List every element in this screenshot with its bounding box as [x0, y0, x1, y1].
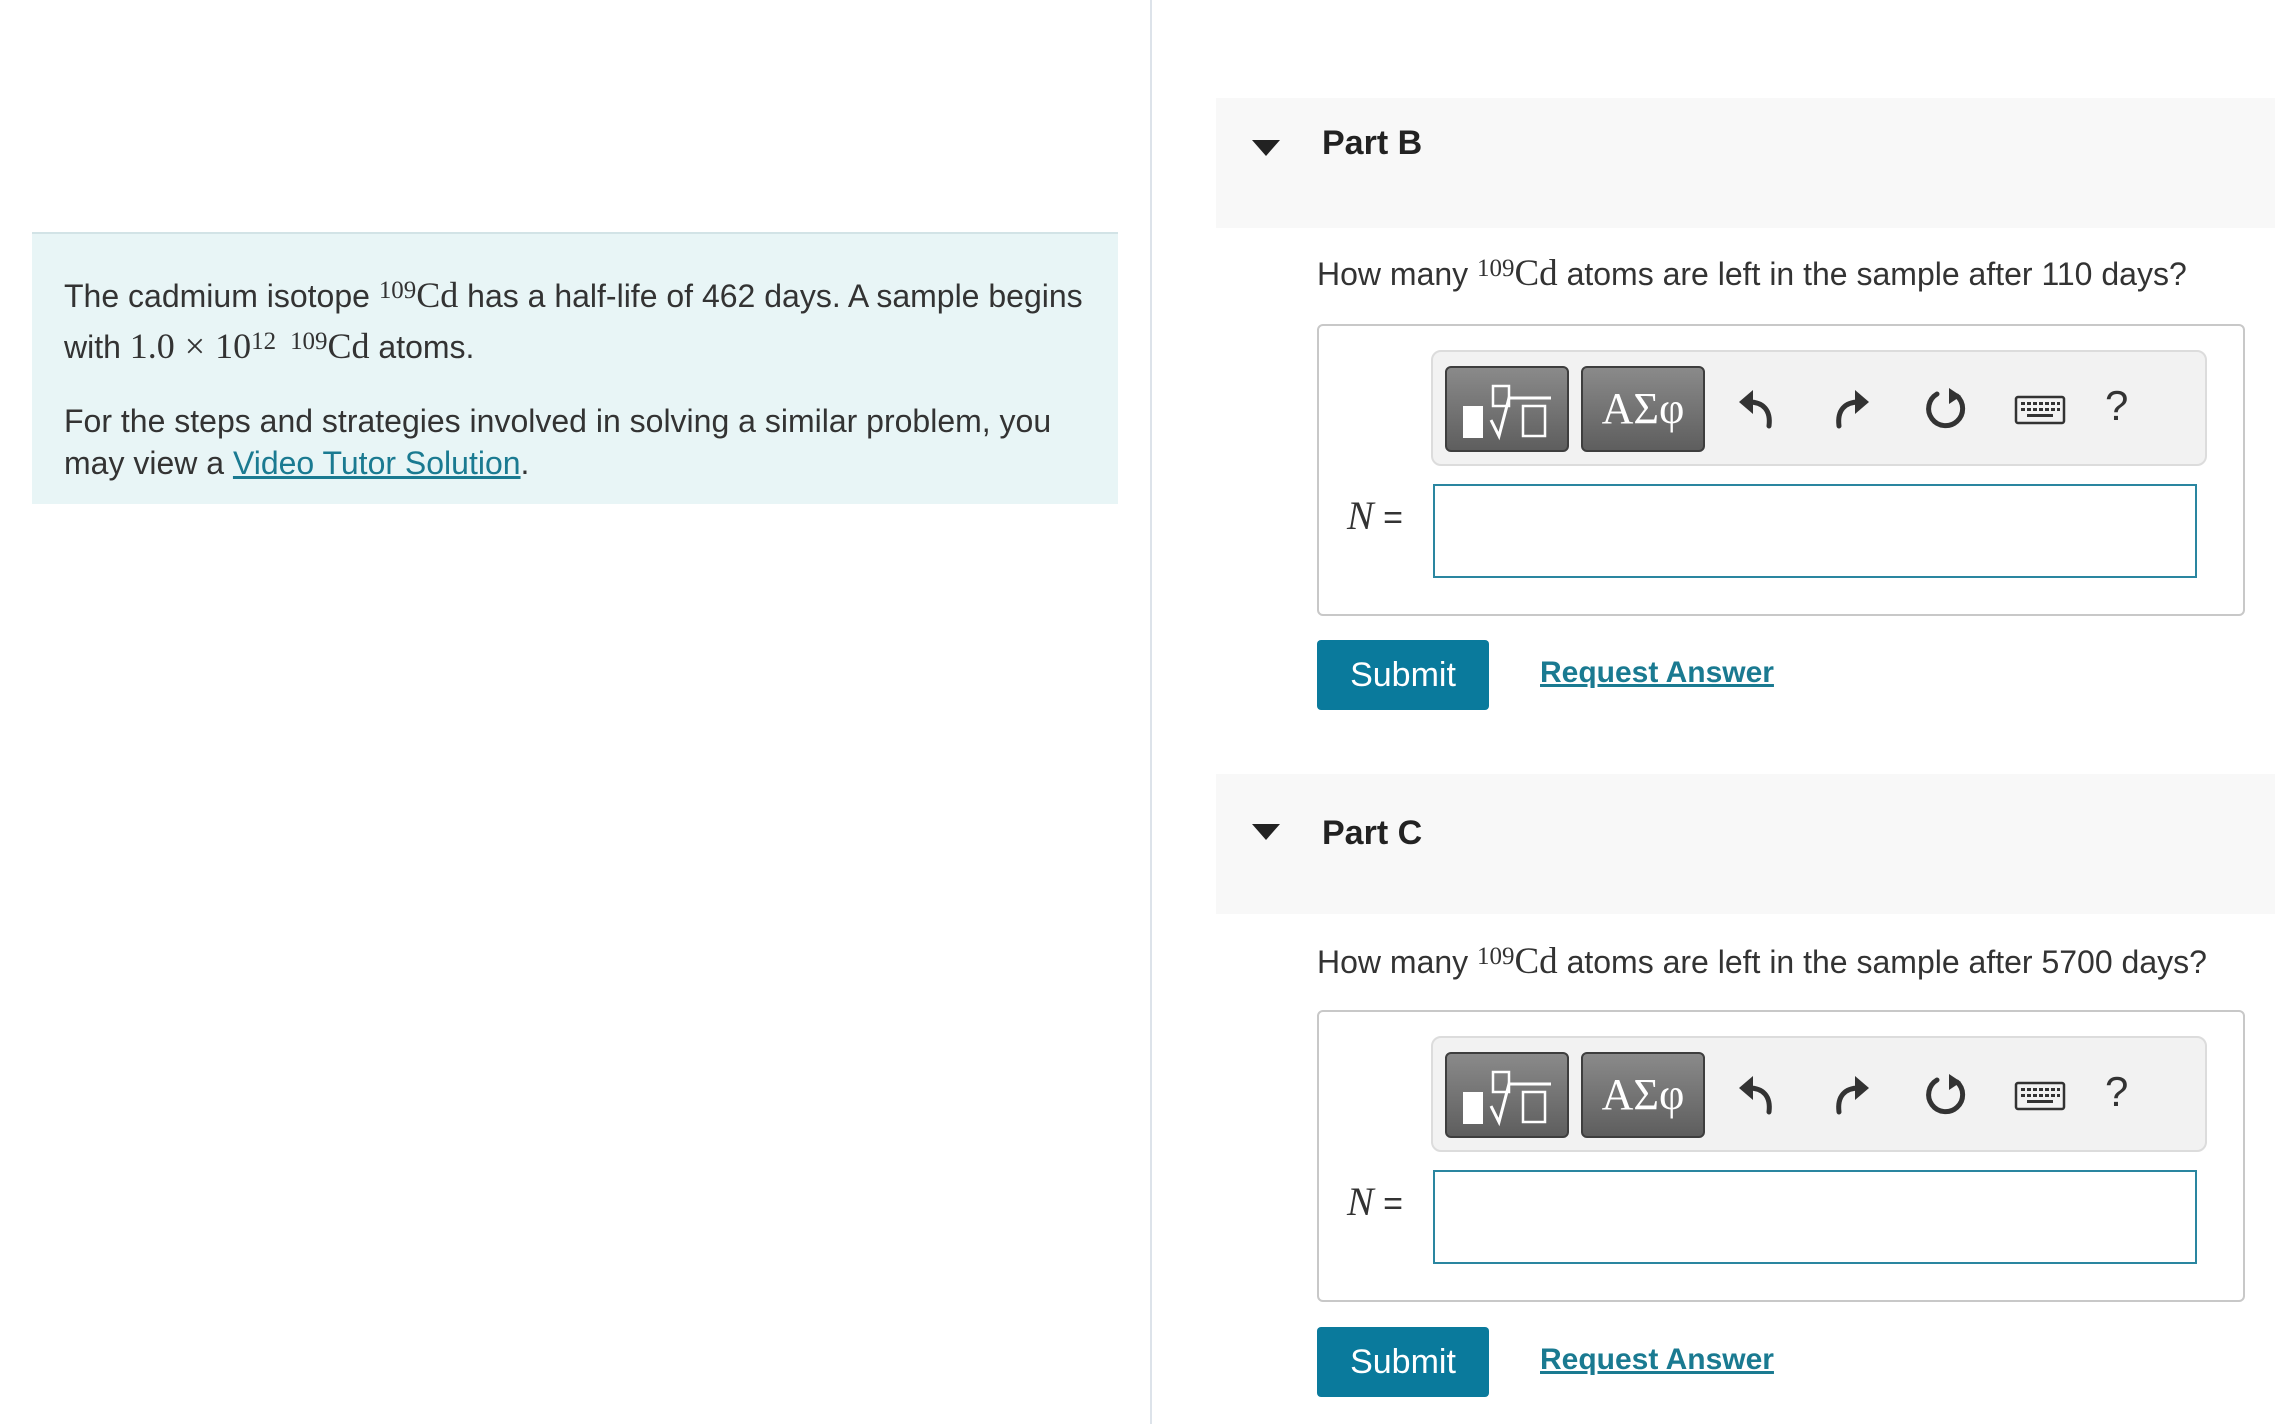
redo-icon[interactable] [1825, 384, 1875, 434]
part-title: Part C [1322, 814, 1423, 852]
amount-base: 10 [215, 326, 252, 366]
part-c-answer-box: ΑΣφ ? N = [1317, 1010, 2245, 1302]
question-text: How many [1317, 944, 1478, 980]
submit-button[interactable]: Submit [1317, 640, 1489, 710]
keyboard-icon[interactable] [2013, 384, 2067, 434]
problem-intro: The cadmium isotope 109Cd has a half-lif… [32, 232, 1118, 504]
redo-icon[interactable] [1825, 1070, 1875, 1120]
templates-icon [1463, 384, 1551, 441]
help-icon[interactable]: ? [2105, 1068, 2128, 1116]
amount-exponent: 12 [251, 328, 277, 356]
variable-symbol: N [1347, 493, 1374, 538]
templates-button[interactable] [1445, 1052, 1569, 1138]
answer-input[interactable] [1433, 484, 2197, 578]
reset-icon[interactable] [1921, 1070, 1971, 1120]
problem-statement: The cadmium isotope 109Cd has a half-lif… [64, 272, 1086, 374]
collapse-triangle-icon[interactable] [1252, 824, 1280, 840]
undo-icon[interactable] [1733, 384, 1783, 434]
answer-input[interactable] [1433, 1170, 2197, 1264]
help-icon[interactable]: ? [2105, 382, 2128, 430]
intro-text: . [520, 445, 530, 481]
element-symbol: Cd [1514, 941, 1558, 982]
variable-symbol: N [1347, 1179, 1374, 1224]
part-b-header[interactable]: Part B [1216, 98, 2275, 228]
question-text: How many [1317, 256, 1478, 292]
column-divider [1150, 0, 1152, 1424]
templates-button[interactable] [1445, 366, 1569, 452]
isotope-mass: 109 [290, 328, 328, 356]
part-b-answer-box: ΑΣφ ? N = [1317, 324, 2245, 616]
intro-text: For the steps and strategies involved in… [64, 403, 1052, 481]
times-sign: × [184, 326, 206, 366]
greek-symbols-button[interactable]: ΑΣφ [1581, 1052, 1705, 1138]
video-tutor-link[interactable]: Video Tutor Solution [233, 445, 521, 481]
request-answer-link[interactable]: Request Answer [1540, 1343, 1774, 1377]
greek-symbols-button[interactable]: ΑΣφ [1581, 366, 1705, 452]
element-symbol: Cd [416, 275, 459, 315]
question-text: atoms are left in the sample after 110 d… [1557, 256, 2187, 292]
collapse-triangle-icon[interactable] [1252, 140, 1280, 156]
intro-text: The cadmium isotope [64, 278, 379, 314]
undo-icon[interactable] [1733, 1070, 1783, 1120]
equals-sign: = [1373, 1185, 1403, 1223]
math-toolbar: ΑΣφ ? [1431, 350, 2207, 466]
question-text: atoms are left in the sample after 5700 … [1557, 944, 2207, 980]
part-c-question: How many 109Cd atoms are left in the sam… [1317, 940, 2207, 983]
variable-label: N = [1347, 492, 1403, 539]
isotope-mass: 109 [1477, 943, 1515, 971]
part-title: Part B [1322, 124, 1423, 162]
equals-sign: = [1373, 499, 1403, 537]
reset-icon[interactable] [1921, 384, 1971, 434]
isotope-mass: 109 [378, 277, 417, 305]
submit-button[interactable]: Submit [1317, 1327, 1489, 1397]
intro-text: atoms. [369, 329, 475, 365]
math-toolbar: ΑΣφ ? [1431, 1036, 2207, 1152]
templates-icon [1463, 1070, 1551, 1127]
isotope-mass: 109 [1477, 255, 1515, 283]
element-symbol: Cd [327, 326, 370, 366]
variable-label: N = [1347, 1178, 1403, 1225]
video-tutor-note: For the steps and strategies involved in… [64, 400, 1086, 484]
keyboard-icon[interactable] [2013, 1070, 2067, 1120]
part-c-header[interactable]: Part C [1216, 774, 2275, 914]
amount-mantissa: 1.0 [129, 326, 175, 366]
request-answer-link[interactable]: Request Answer [1540, 656, 1774, 690]
element-symbol: Cd [1514, 253, 1558, 294]
part-b-question: How many 109Cd atoms are left in the sam… [1317, 252, 2187, 295]
